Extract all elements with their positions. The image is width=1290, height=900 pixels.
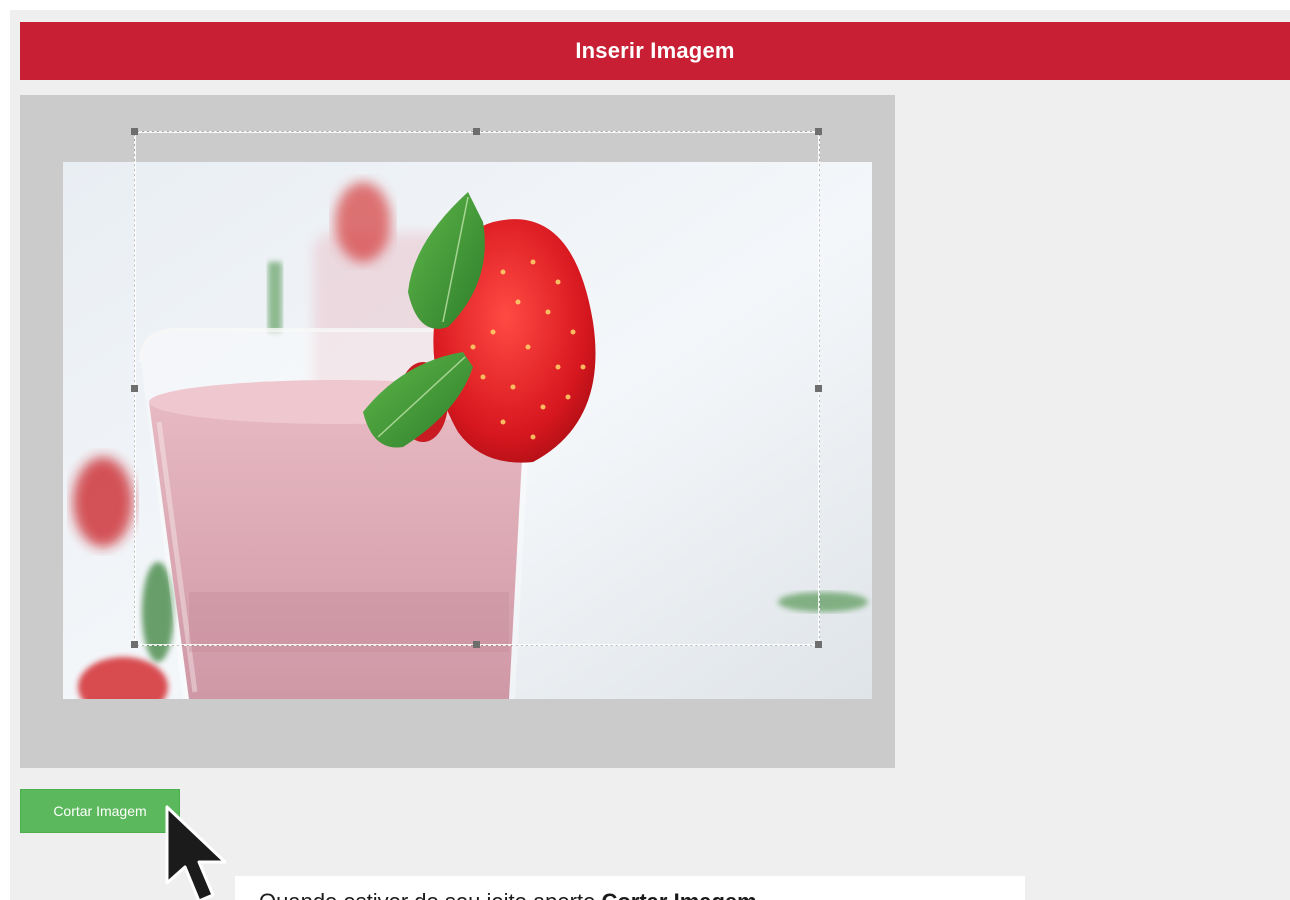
crop-handle-top-left[interactable]	[131, 128, 138, 135]
instruction-text: Quando estiver do seu jeito aperte Corta…	[259, 889, 757, 900]
page: Inserir Imagem Cortar Imagem	[10, 10, 1290, 900]
page-title: Inserir Imagem	[575, 38, 735, 63]
crop-image-button[interactable]: Cortar Imagem	[20, 789, 180, 833]
crop-handle-top[interactable]	[473, 128, 480, 135]
instruction-caption: Quando estiver do seu jeito aperte Corta…	[235, 876, 1025, 900]
crop-handle-bottom-left[interactable]	[131, 641, 138, 648]
arrow-cursor-icon	[163, 805, 233, 900]
crop-handle-right[interactable]	[815, 384, 822, 392]
crop-handle-bottom[interactable]	[473, 641, 480, 648]
crop-selection-area[interactable]	[135, 132, 819, 645]
header-bar: Inserir Imagem	[20, 22, 1290, 80]
crop-stage[interactable]	[20, 95, 895, 768]
crop-handle-left[interactable]	[131, 384, 138, 392]
instruction-emphasis: Cortar Imagem	[601, 889, 756, 900]
instruction-prefix: Quando estiver do seu jeito aperte	[259, 889, 601, 900]
crop-handle-top-right[interactable]	[815, 128, 822, 135]
crop-handle-bottom-right[interactable]	[815, 641, 822, 648]
crop-selection-box[interactable]	[131, 128, 822, 648]
